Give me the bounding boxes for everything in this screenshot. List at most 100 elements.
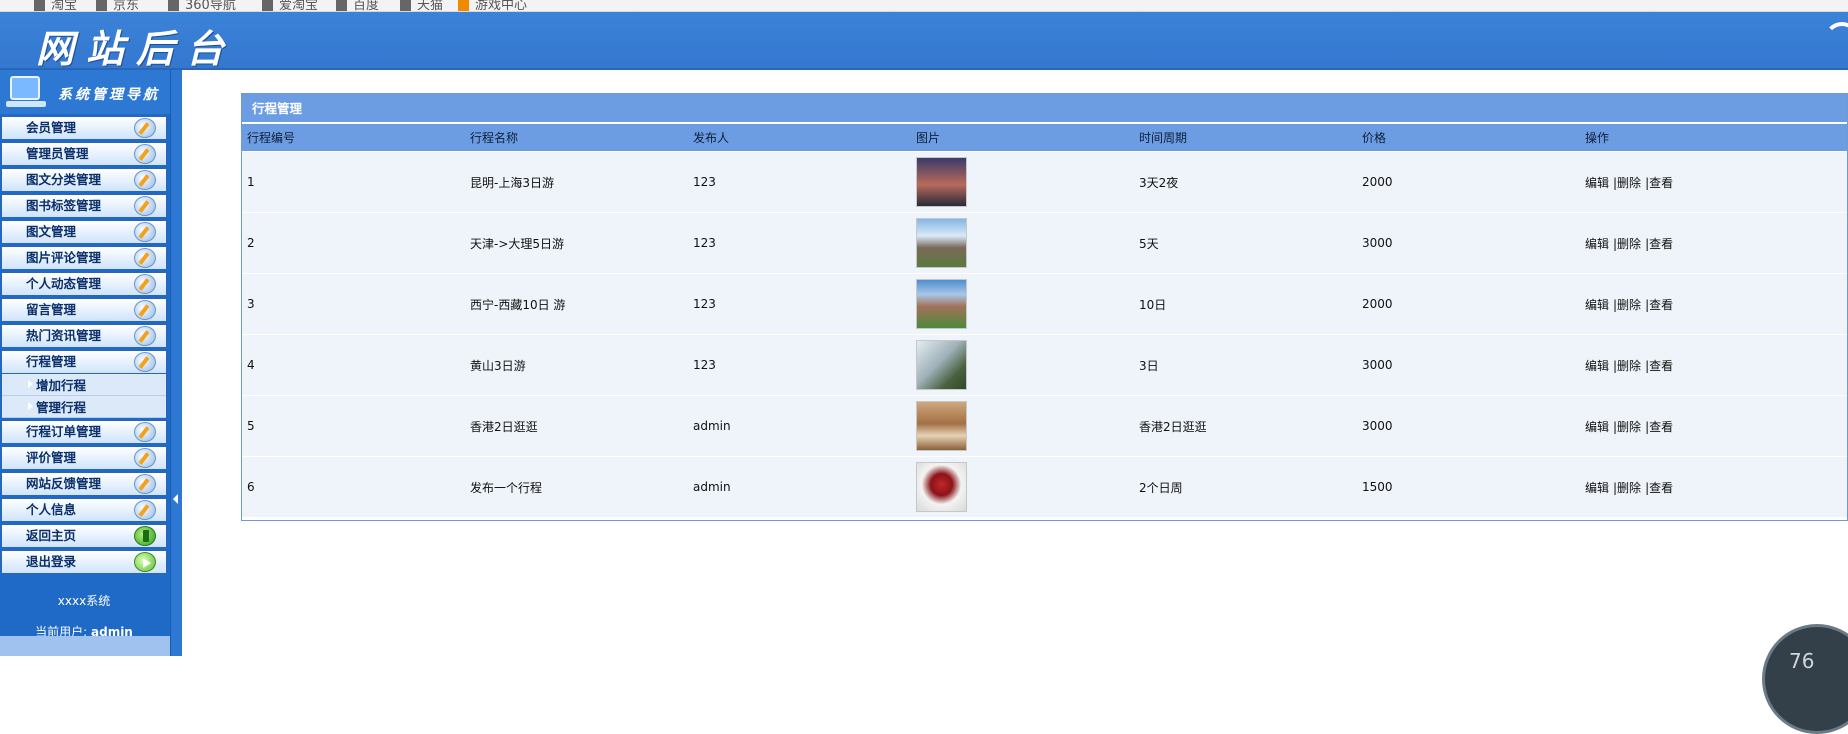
bookmark-icon [400, 0, 411, 11]
delete-link[interactable]: |删除 [1613, 298, 1641, 312]
edit-pencil-icon [134, 352, 156, 372]
bookmark-item[interactable]: 游戏中心 [458, 0, 527, 11]
sidebar-item-tags[interactable]: 图书标签管理 [1, 194, 167, 218]
trip-thumbnail[interactable] [916, 218, 967, 268]
sidebar-item-hot-news[interactable]: 热门资讯管理 [1, 324, 167, 348]
cell-id: 2 [247, 236, 255, 250]
delete-link[interactable]: |删除 [1613, 176, 1641, 190]
table-row: 1 昆明-上海3日游 123 3天2夜 2000 编辑 |删除 |查看 [242, 152, 1847, 213]
edit-pencil-icon [134, 274, 156, 294]
trip-thumbnail[interactable] [916, 462, 967, 512]
edit-pencil-icon [134, 144, 156, 164]
computer-icon [6, 76, 46, 107]
view-link[interactable]: |查看 [1645, 176, 1673, 190]
trip-thumbnail[interactable] [916, 279, 967, 329]
sidebar-submenu-trips: 增加行程 管理行程 [1, 374, 167, 418]
cell-period: 香港2日逛逛 [1139, 419, 1207, 434]
view-link[interactable]: |查看 [1645, 359, 1673, 373]
edit-pencil-icon [134, 300, 156, 320]
sidebar-item-reviews[interactable]: 评价管理 [1, 446, 167, 470]
bookmark-icon [168, 0, 179, 11]
bookmark-item[interactable]: 百度 [336, 0, 379, 11]
cell-image [911, 279, 1134, 329]
view-link[interactable]: |查看 [1645, 237, 1673, 251]
sidebar-item-image-comments[interactable]: 图片评论管理 [1, 246, 167, 270]
cell-period: 10日 [1139, 297, 1167, 312]
sidebar-subitem-add-trip[interactable]: 增加行程 [2, 374, 166, 396]
trip-thumbnail[interactable] [916, 157, 967, 207]
cell-price: 1500 [1362, 480, 1393, 494]
sidebar-item-articles[interactable]: 图文管理 [1, 220, 167, 244]
view-link[interactable]: |查看 [1645, 481, 1673, 495]
edit-pencil-icon [134, 500, 156, 520]
sidebar-footer-bar [0, 636, 170, 656]
cell-image [911, 218, 1134, 268]
edit-pencil-icon [134, 248, 156, 268]
edit-pencil-icon [134, 118, 156, 138]
delete-link[interactable]: |删除 [1613, 237, 1641, 251]
delete-link[interactable]: |删除 [1613, 481, 1641, 495]
cell-price: 3000 [1362, 419, 1393, 433]
sidebar-collapse-splitter[interactable] [170, 70, 182, 656]
bookmark-item[interactable]: 淘宝 [34, 0, 77, 11]
edit-link[interactable]: 编辑 [1585, 481, 1609, 495]
sidebar: 系统管理导航 会员管理 管理员管理 图文分类管理 图书标签管理 图文管理 图片评… [0, 70, 170, 656]
sidebar-item-logout[interactable]: 退出登录 [1, 550, 167, 574]
bookmark-icon [96, 0, 107, 11]
edit-link[interactable]: 编辑 [1585, 298, 1609, 312]
bookmark-icon [336, 0, 347, 11]
view-link[interactable]: |查看 [1645, 420, 1673, 434]
cell-id: 3 [247, 297, 255, 311]
view-link[interactable]: |查看 [1645, 298, 1673, 312]
edit-pencil-icon [134, 170, 156, 190]
bookmark-icon [262, 0, 273, 11]
sidebar-item-trip-orders[interactable]: 行程订单管理 [1, 420, 167, 444]
sidebar-item-profile[interactable]: 个人信息 [1, 498, 167, 522]
site-title: 网站后台 [36, 26, 237, 71]
cell-actions: 编辑 |删除 |查看 [1580, 235, 1848, 252]
speed-gauge-widget[interactable]: 76 [1762, 624, 1848, 734]
edit-link[interactable]: 编辑 [1585, 176, 1609, 190]
sidebar-subitem-manage-trips[interactable]: 管理行程 [2, 396, 166, 418]
column-header: 图片 [916, 131, 941, 145]
bookmark-item[interactable]: 爱淘宝 [262, 0, 318, 11]
edit-link[interactable]: 编辑 [1585, 420, 1609, 434]
trip-thumbnail[interactable] [916, 401, 967, 451]
table-row: 2 天津->大理5日游 123 5天 3000 编辑 |删除 |查看 [242, 213, 1847, 274]
trip-thumbnail[interactable] [916, 340, 967, 390]
sidebar-item-trips[interactable]: 行程管理 [1, 350, 167, 374]
cell-publisher: admin [693, 480, 731, 494]
bookmark-item[interactable]: 京东 [96, 0, 139, 11]
sidebar-item-admin[interactable]: 管理员管理 [1, 142, 167, 166]
sidebar-item-member[interactable]: 会员管理 [1, 116, 167, 140]
cell-actions: 编辑 |删除 |查看 [1580, 479, 1848, 496]
site-header: 网站后台 [0, 12, 1848, 71]
cell-name: 天津->大理5日游 [470, 236, 565, 251]
bookmark-bar: 淘宝 京东 360导航 爱淘宝 百度 天猫 游戏中心 [0, 0, 1848, 12]
cell-actions: 编辑 |删除 |查看 [1580, 296, 1848, 313]
edit-link[interactable]: 编辑 [1585, 237, 1609, 251]
trip-management-panel: 行程管理 行程编号 行程名称 发布人 图片 时间周期 价格 操作 1 昆明-上海… [241, 93, 1848, 521]
cell-publisher: 123 [693, 175, 716, 189]
cell-publisher: 123 [693, 236, 716, 250]
exit-play-icon [134, 552, 156, 572]
delete-link[interactable]: |删除 [1613, 420, 1641, 434]
cell-name: 香港2日逛逛 [470, 419, 538, 434]
sidebar-item-messages[interactable]: 留言管理 [1, 298, 167, 322]
bookmark-item[interactable]: 360导航 [168, 0, 236, 11]
cell-publisher: 123 [693, 358, 716, 372]
bookmark-item[interactable]: 天猫 [400, 0, 443, 11]
system-name: xxxx系统 [57, 594, 111, 608]
edit-link[interactable]: 编辑 [1585, 359, 1609, 373]
edit-pencil-icon [134, 422, 156, 442]
cell-period: 2个日周 [1139, 480, 1183, 495]
delete-link[interactable]: |删除 [1613, 359, 1641, 373]
table-row: 6 发布一个行程 admin 2个日周 1500 编辑 |删除 |查看 [242, 457, 1847, 518]
sidebar-menu: 会员管理 管理员管理 图文分类管理 图书标签管理 图文管理 图片评论管理 个人动… [0, 116, 168, 574]
cell-image [911, 401, 1134, 451]
sidebar-item-personal-feed[interactable]: 个人动态管理 [1, 272, 167, 296]
sidebar-item-feedback[interactable]: 网站反馈管理 [1, 472, 167, 496]
sidebar-item-category[interactable]: 图文分类管理 [1, 168, 167, 192]
sidebar-item-home[interactable]: 返回主页 [1, 524, 167, 548]
cell-price: 2000 [1362, 175, 1393, 189]
